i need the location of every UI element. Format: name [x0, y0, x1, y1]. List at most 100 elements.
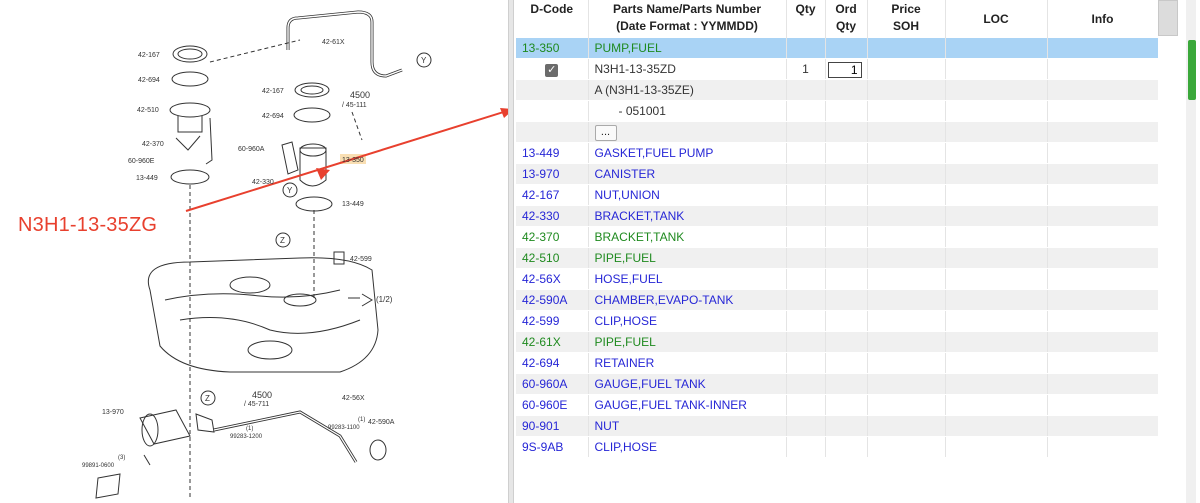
empty-cell	[825, 310, 868, 333]
empty-cell	[867, 205, 946, 228]
diagram-label: 42-694	[138, 77, 160, 84]
empty-cell	[867, 163, 946, 186]
empty-cell	[786, 415, 826, 438]
marker-z: Z	[205, 394, 210, 403]
table-row[interactable]: 42-61X PIPE,FUEL	[516, 331, 1159, 354]
parts-table: D-Code Parts Name/Parts Number (Date Form…	[516, 0, 1159, 459]
table-row[interactable]: 42-694 RETAINER	[516, 352, 1159, 375]
header-dcode[interactable]: D-Code	[516, 0, 589, 38]
header-ord-qty[interactable]: Ord Qty	[825, 0, 868, 38]
part-name-cell: CANISTER	[588, 163, 787, 186]
empty-cell	[867, 184, 946, 207]
diagram-label: 13-449	[342, 201, 364, 208]
table-row[interactable]: 60-960E GAUGE,FUEL TANK-INNER	[516, 394, 1159, 417]
diagram-label: (1)	[358, 417, 365, 423]
table-row[interactable]: 42-167 NUT,UNION	[516, 184, 1159, 207]
table-row[interactable]: 42-510 PIPE,FUEL	[516, 247, 1159, 270]
diagram-label: 60-960A	[238, 146, 265, 153]
empty-cell	[825, 142, 868, 165]
part-name-cell: GAUGE,FUEL TANK	[588, 373, 787, 396]
empty-cell	[825, 226, 868, 249]
diagram-label: 99891-0600	[82, 463, 115, 469]
dcode-cell: 9S-9AB	[516, 436, 589, 459]
empty-cell	[825, 331, 868, 354]
part-name-cell: NUT,UNION	[588, 184, 787, 207]
table-row[interactable]: 13-970 CANISTER	[516, 163, 1159, 186]
empty-cell	[867, 310, 946, 333]
diagram-label: (3)	[118, 455, 125, 461]
callout-part-number: N3H1-13-35ZG	[18, 214, 158, 236]
dcode-cell: 42-590A	[516, 289, 589, 312]
marker-z: Z	[280, 236, 285, 245]
part-name-cell: RETAINER	[588, 352, 787, 375]
panel-splitter[interactable]	[508, 0, 514, 503]
empty-cell	[825, 247, 868, 270]
empty-cell	[786, 352, 826, 375]
table-row[interactable]: 42-330 BRACKET,TANK	[516, 205, 1159, 228]
diagram-label: 42-599	[350, 256, 372, 263]
dcode-cell: 42-330	[516, 205, 589, 228]
dcode-cell: 13-350	[516, 38, 589, 60]
empty-cell	[786, 373, 826, 396]
empty-cell	[825, 205, 868, 228]
diagram-label: 99283-1200	[230, 434, 263, 440]
table-row[interactable]: 90-901 NUT	[516, 415, 1159, 438]
parts-list-panel: D-Code Parts Name/Parts Number (Date Form…	[516, 0, 1159, 503]
empty-cell	[867, 331, 946, 354]
empty-cell	[945, 436, 1048, 459]
table-row[interactable]: 60-960A GAUGE,FUEL TANK	[516, 373, 1159, 396]
empty-cell	[945, 205, 1048, 228]
empty-cell	[945, 394, 1048, 417]
diagram-label: 42-56X	[342, 395, 365, 402]
dcode-cell: 42-56X	[516, 268, 589, 291]
empty-cell	[945, 268, 1048, 291]
more-options-button[interactable]: ...	[594, 125, 617, 142]
empty-cell	[786, 289, 826, 312]
empty-cell	[1047, 247, 1159, 270]
dcode-cell: 42-61X	[516, 331, 589, 354]
part-name-cell: GASKET,FUEL PUMP	[588, 142, 787, 165]
diagram-label: 4500	[252, 390, 272, 400]
diagram-label: 42-167	[262, 88, 284, 95]
table-row[interactable]: 13-449 GASKET,FUEL PUMP	[516, 142, 1159, 165]
table-row[interactable]: 42-56X HOSE,FUEL	[516, 268, 1159, 291]
marker-y: Y	[287, 186, 293, 195]
order-qty-input[interactable]	[827, 62, 862, 79]
header-info[interactable]: Info	[1047, 0, 1159, 38]
empty-cell	[945, 415, 1048, 438]
diagram-label: 4500	[350, 90, 370, 100]
header-qty[interactable]: Qty	[786, 0, 826, 38]
vertical-scrollbar[interactable]	[1158, 0, 1200, 503]
select-checkbox[interactable]: ✓	[545, 63, 559, 77]
diagram-label: (1/2)	[376, 295, 393, 304]
table-row-selected[interactable]: 13-350 PUMP,FUEL	[516, 38, 1159, 60]
empty-cell	[1047, 142, 1159, 165]
date-row: - 051001	[516, 100, 1159, 123]
date-cell: - 051001	[588, 100, 787, 123]
dcode-cell: 42-167	[516, 184, 589, 207]
empty-cell	[786, 268, 826, 291]
empty-cell	[945, 289, 1048, 312]
empty-cell	[867, 142, 946, 165]
table-row[interactable]: 42-590A CHAMBER,EVAPO-TANK	[516, 289, 1159, 312]
dcode-cell: 42-510	[516, 247, 589, 270]
empty-cell	[1047, 289, 1159, 312]
empty-cell	[945, 163, 1048, 186]
empty-cell	[825, 394, 868, 417]
table-row[interactable]: 9S-9AB CLIP,HOSE	[516, 436, 1159, 459]
empty-cell	[867, 373, 946, 396]
header-loc[interactable]: LOC	[945, 0, 1048, 38]
empty-cell	[786, 142, 826, 165]
table-row[interactable]: 42-599 CLIP,HOSE	[516, 310, 1159, 333]
empty-cell	[945, 247, 1048, 270]
header-parts-name[interactable]: Parts Name/Parts Number (Date Format : YY…	[588, 0, 787, 38]
table-row[interactable]: 42-370 BRACKET,TANK	[516, 226, 1159, 249]
empty-cell	[786, 184, 826, 207]
scroll-thumb[interactable]	[1188, 40, 1196, 100]
diagram-label: 42-510	[137, 107, 159, 114]
part-name-cell: BRACKET,TANK	[588, 226, 787, 249]
empty-cell	[1047, 205, 1159, 228]
alternate-part-row: A (N3H1-13-35ZE)	[516, 79, 1159, 102]
header-price-soh[interactable]: Price SOH	[867, 0, 946, 38]
scroll-up-region[interactable]	[1158, 0, 1178, 36]
